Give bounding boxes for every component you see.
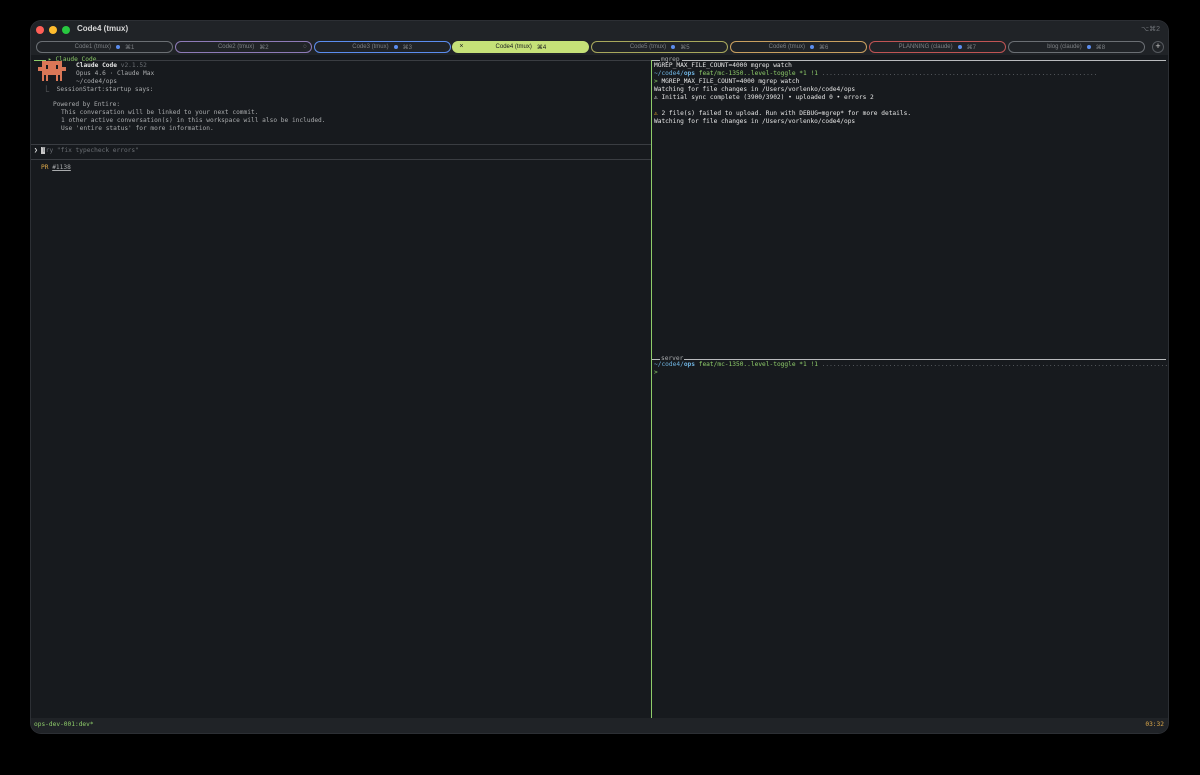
- tab-shortcut: ⌘6: [819, 44, 829, 51]
- activity-dot-icon: [1086, 45, 1091, 49]
- spinner-icon: ◌: [303, 44, 307, 50]
- tab-bar: Code1 (tmux) ⌘1 Code2 (tmux) ◌ ⌘2 Code3 (tmux…: [31, 39, 1168, 55]
- tab-label: Code1 (tmux): [74, 44, 111, 50]
- pane-border: [684, 359, 1166, 360]
- terminal-window: Code4 (tmux) ⌥⌘2 Code1 (tmux) ⌘1 Code2 (tm…: [31, 21, 1168, 733]
- prompt-input[interactable]: Try "fix typecheck errors": [42, 147, 139, 155]
- tab-6[interactable]: Code6 (tmux) ⌘6: [730, 41, 867, 53]
- mgrep-pane[interactable]: mgrep MGREP_MAX_FILE_COUNT=4000 mgrep wa…: [652, 55, 1168, 355]
- input-border-top: [31, 144, 651, 145]
- activity-dot-icon: [116, 45, 120, 49]
- activity-dot-icon: [957, 45, 962, 49]
- tab-shortcut: ⌘8: [1095, 44, 1106, 51]
- pr-label: PR: [41, 164, 49, 171]
- warning-text: 2 file(s) failed to upload. Run with DEB…: [657, 110, 912, 117]
- activity-dot-icon: [393, 45, 398, 49]
- sync-status-line: ⚠ Initial sync complete (3900/3902) • up…: [654, 94, 874, 101]
- prompt-arrow[interactable]: >: [654, 369, 658, 377]
- model-line: Opus 4.6 · Claude Max: [76, 70, 155, 77]
- prompt-path: ~/code4/: [654, 361, 684, 368]
- tab-4[interactable]: × Code4 (tmux) ⌘4: [452, 41, 590, 53]
- pane-border: [94, 60, 651, 61]
- powered-by-line: Powered by Entire:: [53, 101, 121, 108]
- prompt-dir: ops: [683, 361, 695, 368]
- tab-1[interactable]: Code1 (tmux) ⌘1: [36, 41, 173, 53]
- close-tab-icon[interactable]: ×: [459, 43, 463, 50]
- tab-label: Code6 (tmux): [768, 44, 805, 50]
- close-window-button[interactable]: [36, 26, 44, 34]
- pr-link[interactable]: #1138: [52, 164, 71, 171]
- pr-info: PR #1138: [41, 164, 71, 172]
- tab-label: Code3 (tmux): [352, 44, 389, 50]
- new-tab-button[interactable]: +: [1152, 41, 1164, 53]
- info-line: 1 other active conversation(s) in this w…: [61, 117, 326, 124]
- tab-7[interactable]: PLANNING (claude) ⌘7: [868, 41, 1006, 53]
- prompt-symbol: ❯: [34, 147, 38, 154]
- claude-code-pane[interactable]: ▸ Claude Code Claude Code v2.1.52 Opus 4…: [31, 55, 651, 718]
- info-line: This conversation will be linked to your…: [61, 109, 259, 116]
- tmux-status-bar: ops-dev-001:dev* 03:32: [31, 718, 1168, 733]
- shell-prompt-line: ~/code4/ops feat/mc-1350..level-toggle *…: [654, 361, 1168, 368]
- git-branch: feat/mc-1350..level-toggle *1 !1: [695, 70, 818, 77]
- tab-shortcut: ⌘1: [125, 44, 135, 51]
- tab-shortcut: ⌘3: [402, 44, 412, 51]
- title-bar: Code4 (tmux) ⌥⌘2: [31, 21, 1168, 39]
- shell-prompt-line: ~/code4/ops feat/mc-1350..level-toggle *…: [654, 70, 1098, 77]
- output-line: Watching for file changes in /Users/vorl…: [654, 86, 856, 93]
- command-line: > MGREP_MAX_FILE_COUNT=4000 mgrep watch: [654, 78, 799, 86]
- tab-label: Code5 (tmux): [629, 44, 667, 50]
- session-name[interactable]: ops-dev-001:dev*: [34, 721, 94, 728]
- prompt-dir: ops: [683, 70, 695, 77]
- warning-line: ⚠ 2 file(s) failed to upload. Run with D…: [654, 110, 911, 118]
- info-line: Use 'entire status' for more information…: [61, 125, 214, 132]
- product-name: Claude Code: [76, 62, 117, 69]
- tab-5[interactable]: Code5 (tmux) ⌘5: [591, 41, 729, 53]
- zoom-window-button[interactable]: [62, 26, 70, 34]
- cwd-line: ~/code4/ops: [76, 78, 117, 85]
- product-version: v2.1.52: [120, 62, 147, 69]
- window-title: Code4 (tmux): [77, 24, 129, 33]
- input-border-bottom: [31, 159, 651, 160]
- activity-dot-icon: [671, 45, 676, 49]
- output-line: Watching for file changes in /Users/vorl…: [654, 118, 856, 125]
- claude-mascot-icon: [38, 61, 66, 81]
- tab-shortcut: ⌘4: [536, 44, 547, 51]
- hook-line: ⎿ SessionStart:startup says:: [43, 86, 154, 93]
- pane-border: [652, 359, 660, 360]
- tab-label: PLANNING (claude): [898, 44, 953, 50]
- tab-label: blog (claude): [1047, 44, 1082, 50]
- activity-dot-icon: [810, 45, 814, 49]
- status-time: 03:32: [1145, 721, 1164, 728]
- window-shortcut: ⌥⌘2: [1141, 26, 1160, 33]
- tab-label: Code4 (tmux): [495, 44, 532, 50]
- server-pane[interactable]: server ~/code4/ops feat/mc-1350..level-t…: [652, 355, 1168, 718]
- prompt-path: ~/code4/: [654, 70, 684, 77]
- tab-3[interactable]: Code3 (tmux) ⌘3: [313, 41, 451, 53]
- tab-shortcut: ⌘2: [259, 44, 269, 51]
- minimize-window-button[interactable]: [49, 26, 57, 34]
- tmux-terminal: ▸ Claude Code Claude Code v2.1.52 Opus 4…: [31, 55, 1168, 718]
- pane-border: [652, 60, 660, 61]
- tab-8[interactable]: blog (claude) ⌘8: [1007, 41, 1145, 53]
- command-line: MGREP_MAX_FILE_COUNT=4000 mgrep watch: [654, 62, 792, 69]
- tab-shortcut: ⌘7: [966, 44, 976, 51]
- command-text: MGREP_MAX_FILE_COUNT=4000 mgrep watch: [657, 78, 800, 85]
- product-info: Claude Code v2.1.52: [76, 62, 147, 70]
- pane-border: [682, 60, 1166, 61]
- tab-shortcut: ⌘5: [680, 44, 690, 51]
- tab-2[interactable]: Code2 (tmux) ◌ ⌘2: [174, 41, 312, 53]
- tab-label: Code2 (tmux): [217, 44, 255, 50]
- git-branch: feat/mc-1350..level-toggle *1 !1: [695, 361, 818, 368]
- window-controls: [36, 26, 70, 34]
